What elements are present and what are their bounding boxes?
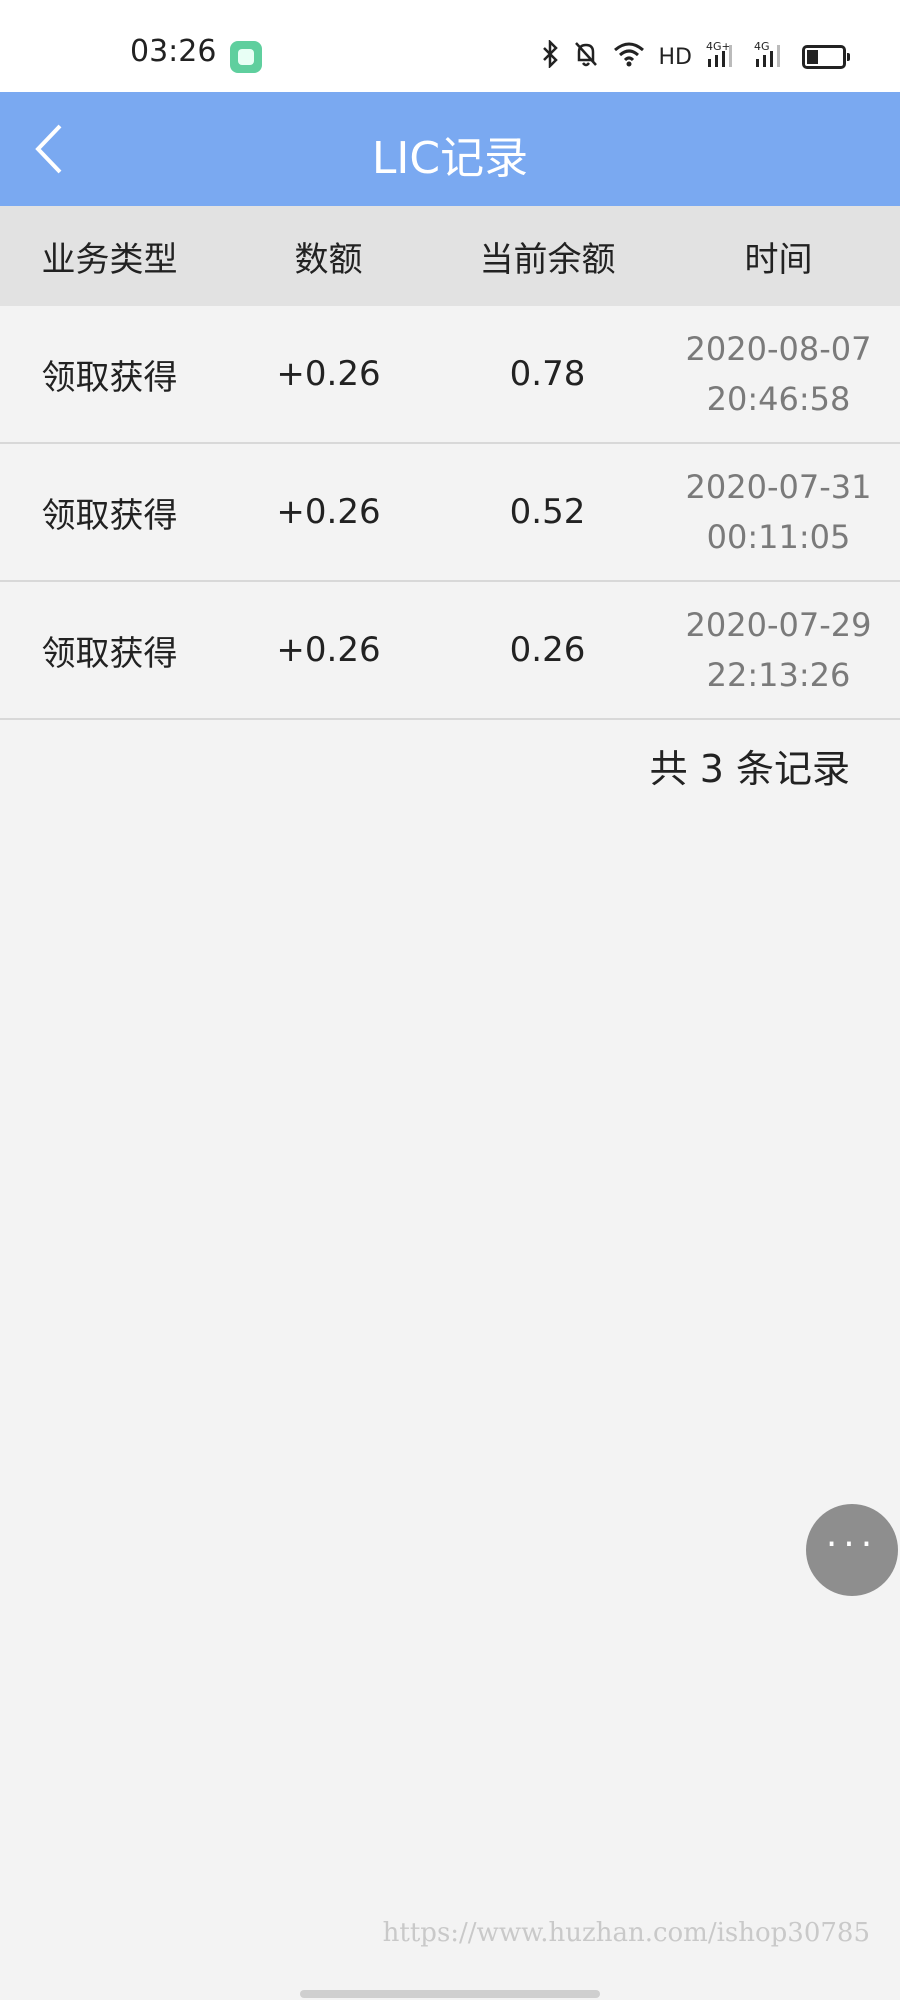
signal-4g-icon: 4G bbox=[754, 39, 788, 75]
cell-time: 2020-07-29 22:13:26 bbox=[657, 582, 900, 718]
header-type: 业务类型 bbox=[41, 239, 178, 280]
wifi-icon bbox=[613, 41, 645, 73]
mute-icon bbox=[573, 40, 599, 74]
record-count: 共 3 条记录 bbox=[649, 747, 850, 791]
signal-4g-plus-icon: 4G+ bbox=[706, 39, 740, 75]
battery-icon bbox=[802, 45, 850, 69]
header-time: 时间 bbox=[744, 239, 813, 280]
cell-balance: 0.78 bbox=[509, 354, 586, 394]
cell-type: 领取获得 bbox=[41, 357, 178, 398]
cell-amount: +0.26 bbox=[276, 492, 381, 532]
hd-icon: HD bbox=[658, 44, 692, 70]
table-row: 领取获得 +0.26 0.52 2020-07-31 00:11:05 bbox=[0, 444, 900, 582]
nav-bar: LIC记录 bbox=[0, 92, 900, 206]
cell-date: 2020-07-29 bbox=[685, 606, 872, 644]
cell-date: 2020-08-07 bbox=[685, 330, 872, 368]
header-amount: 数额 bbox=[294, 239, 363, 280]
watermark: https://www.huzhan.com/ishop30785 bbox=[382, 1918, 870, 1948]
page-title: LIC记录 bbox=[371, 133, 529, 184]
bluetooth-icon bbox=[541, 38, 559, 74]
cell-time: 2020-07-31 00:11:05 bbox=[657, 444, 900, 580]
cell-type: 领取获得 bbox=[41, 633, 178, 674]
home-indicator[interactable] bbox=[300, 1990, 600, 1998]
table-row: 领取获得 +0.26 0.26 2020-07-29 22:13:26 bbox=[0, 582, 900, 720]
cell-amount: +0.26 bbox=[276, 354, 381, 394]
app-notification-icon bbox=[230, 41, 262, 73]
net2-label: 4G bbox=[754, 40, 770, 53]
table-header: 业务类型 数额 当前余额 时间 bbox=[0, 206, 900, 306]
cell-time: 2020-08-07 20:46:58 bbox=[657, 306, 900, 442]
cell-amount: +0.26 bbox=[276, 630, 381, 670]
status-icons: HD 4G+ 4G bbox=[541, 38, 850, 75]
cell-date: 2020-07-31 bbox=[685, 468, 872, 506]
record-list: 领取获得 +0.26 0.78 2020-08-07 20:46:58 领取获得… bbox=[0, 306, 900, 720]
status-time: 03:26 bbox=[130, 34, 217, 69]
cell-clock: 00:11:05 bbox=[706, 518, 851, 556]
cell-type: 领取获得 bbox=[41, 495, 178, 536]
more-icon: ··· bbox=[825, 1523, 879, 1565]
cell-clock: 20:46:58 bbox=[706, 380, 851, 418]
table-row: 领取获得 +0.26 0.78 2020-08-07 20:46:58 bbox=[0, 306, 900, 444]
status-bar: 03:26 HD 4G+ 4G bbox=[0, 0, 900, 92]
cell-balance: 0.26 bbox=[509, 630, 586, 670]
header-balance: 当前余额 bbox=[479, 239, 616, 280]
net1-label: 4G+ bbox=[706, 40, 731, 53]
cell-clock: 22:13:26 bbox=[706, 656, 851, 694]
more-button[interactable]: ··· bbox=[806, 1504, 898, 1596]
cell-balance: 0.52 bbox=[509, 492, 586, 532]
